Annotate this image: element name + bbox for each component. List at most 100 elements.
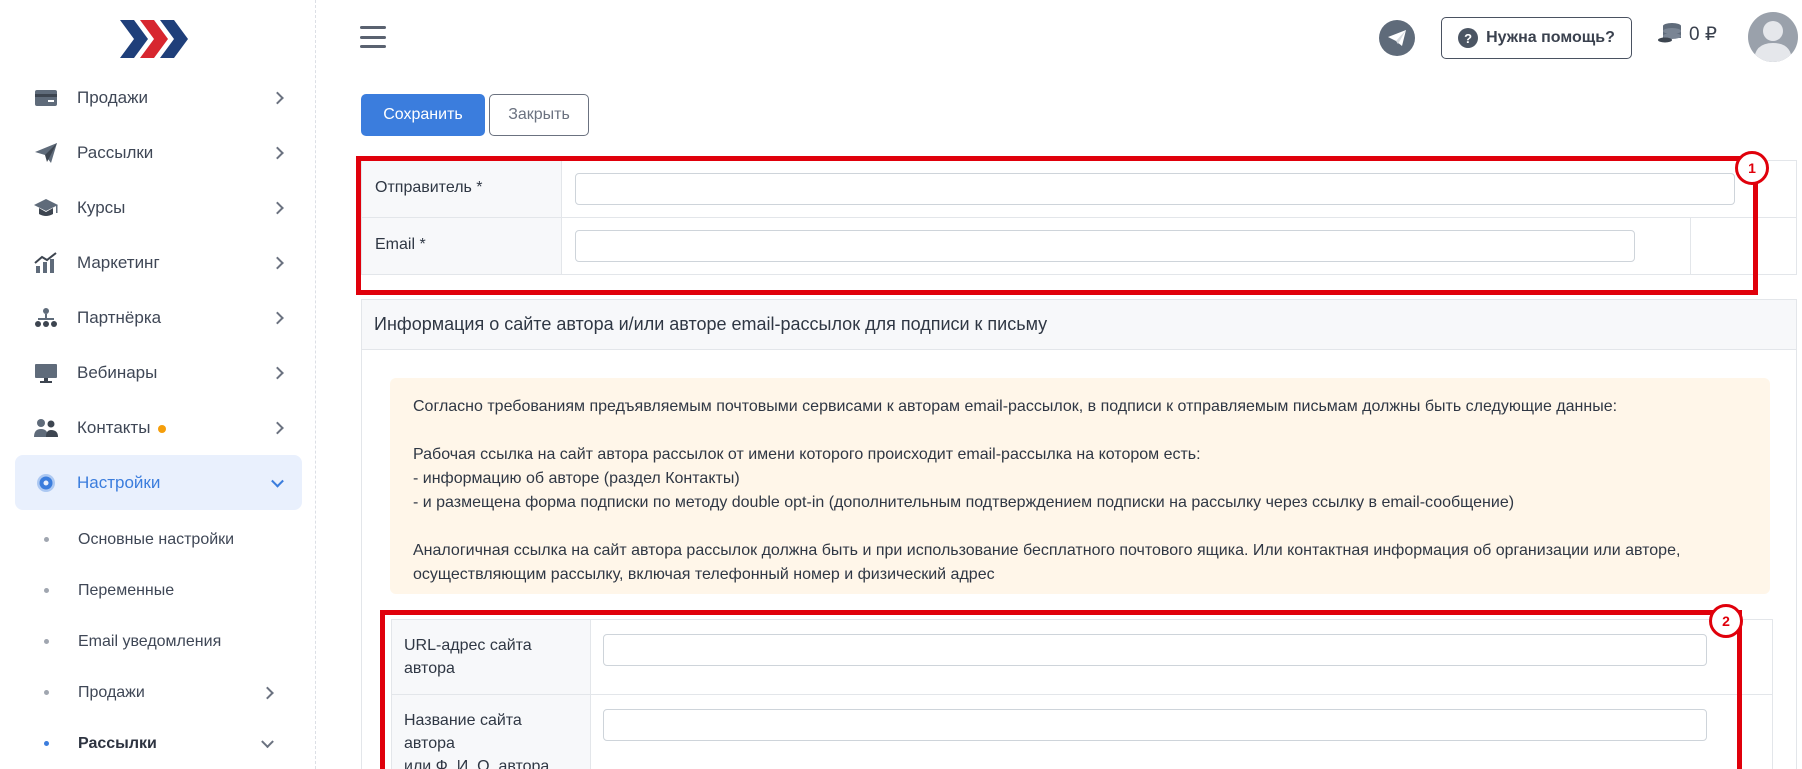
coins-icon — [1658, 23, 1681, 43]
author-info-card: Информация о сайте автора и/или авторе e… — [361, 299, 1797, 769]
bullet-icon — [44, 639, 49, 644]
subitem-email-notifications[interactable]: Email уведомления — [15, 616, 302, 667]
chevron-right-icon — [271, 311, 284, 324]
sidebar-item-label: Контакты — [77, 417, 151, 437]
notice-line: осуществляющим рассылку, включая телефон… — [413, 566, 995, 583]
users-icon — [33, 415, 59, 441]
subitem-label: Основные настройки — [78, 530, 235, 548]
chevron-right-icon — [271, 366, 284, 379]
email-input[interactable] — [575, 230, 1635, 262]
sidebar-item-label: Вебинары — [77, 362, 158, 382]
annotation-badge-1: 1 — [1735, 151, 1769, 185]
sidebar-nav: Продажи Рассылки Курсы Маркетинг Партнёр… — [15, 70, 302, 769]
sidebar-item-contacts[interactable]: Контакты — [15, 400, 302, 455]
sidebar-item-partners[interactable]: Партнёрка — [15, 290, 302, 345]
growth-chart-icon — [33, 250, 59, 276]
avatar[interactable] — [1748, 12, 1798, 62]
site-name-label: Название сайта автора или Ф. И. О. автор… — [392, 695, 591, 769]
site-name-label-line: автора — [404, 735, 455, 752]
telegram-icon[interactable] — [1379, 20, 1415, 56]
url-row: URL-адрес сайта автора — [392, 620, 1772, 695]
sidebar: Продажи Рассылки Курсы Маркетинг Партнёр… — [0, 0, 316, 769]
notice-line: - и размещена форма подписки по методу d… — [413, 494, 1515, 511]
subitem-basic-settings[interactable]: Основные настройки — [15, 514, 302, 565]
menu-toggle-icon[interactable] — [360, 26, 386, 48]
chevron-right-icon — [271, 256, 284, 269]
card-icon — [33, 85, 59, 111]
email-row: Email * — [362, 218, 1796, 274]
chevron-right-icon — [271, 421, 284, 434]
help-button-label: Нужна помощь? — [1486, 29, 1615, 46]
email-cell — [562, 218, 1690, 274]
sender-row: Отправитель * — [362, 161, 1796, 218]
balance-value: 0 ₽ — [1689, 23, 1717, 45]
sender-cell — [562, 161, 1796, 217]
save-button[interactable]: Сохранить — [361, 94, 485, 136]
notice-line: Рабочая ссылка на сайт автора рассылок о… — [413, 446, 1201, 463]
notice-line: Согласно требованиям предъявляемым почто… — [413, 398, 1618, 415]
url-cell — [591, 620, 1772, 694]
notice-line: - информацию об авторе (раздел Контакты) — [413, 470, 740, 487]
sender-label: Отправитель * — [362, 161, 562, 217]
close-button[interactable]: Закрыть — [489, 94, 589, 136]
notice-line: Аналогичная ссылка на сайт автора рассыл… — [413, 542, 1681, 559]
sidebar-item-settings[interactable]: Настройки — [15, 455, 302, 510]
chevron-down-icon — [261, 734, 274, 748]
sidebar-item-mailings[interactable]: Рассылки — [15, 125, 302, 180]
sidebar-item-marketing[interactable]: Маркетинг — [15, 235, 302, 290]
subitem-mailings[interactable]: Рассылки — [15, 718, 302, 769]
question-icon: ? — [1458, 28, 1479, 48]
subitem-variables[interactable]: Переменные — [15, 565, 302, 616]
sidebar-item-label: Партнёрка — [77, 307, 162, 327]
site-name-label-line: Название сайта — [404, 712, 522, 729]
balance[interactable]: 0 ₽ — [1657, 22, 1717, 46]
graduation-cap-icon — [33, 195, 59, 221]
notification-dot — [158, 424, 167, 433]
logo-icon[interactable] — [118, 16, 190, 62]
paper-plane-icon — [33, 140, 59, 166]
bullet-icon — [44, 741, 49, 746]
requirements-notice: Согласно требованиям предъявляемым почто… — [390, 378, 1770, 594]
sidebar-item-label: Маркетинг — [77, 252, 160, 272]
sidebar-item-label: Продажи — [77, 87, 148, 107]
email-label: Email * — [362, 218, 562, 274]
help-button[interactable]: ? Нужна помощь? — [1441, 17, 1632, 59]
chevron-right-icon — [271, 91, 284, 104]
site-name-row: Название сайта автора или Ф. И. О. автор… — [392, 695, 1772, 769]
sidebar-item-sales[interactable]: Продажи — [15, 70, 302, 125]
sidebar-item-label: Курсы — [77, 197, 126, 217]
url-label-line: автора — [404, 660, 455, 677]
site-info-form: URL-адрес сайта автора Название сайта ав… — [391, 619, 1773, 769]
sidebar-item-courses[interactable]: Курсы — [15, 180, 302, 235]
bullet-icon — [44, 588, 49, 593]
settings-subnav: Основные настройки Переменные Email увед… — [15, 514, 302, 769]
chevron-right-icon — [261, 686, 274, 699]
sender-input[interactable] — [575, 173, 1735, 205]
sender-form: Отправитель * Email * — [361, 160, 1797, 275]
annotation-badge-2: 2 — [1709, 604, 1743, 638]
monitor-icon — [33, 360, 59, 386]
network-icon — [33, 305, 59, 331]
subitem-label: Переменные — [78, 581, 175, 599]
gear-icon — [33, 470, 59, 496]
subitem-sales[interactable]: Продажи — [15, 667, 302, 718]
sidebar-item-label: Рассылки — [77, 142, 154, 162]
url-label-line: URL-адрес сайта — [404, 637, 532, 654]
bullet-icon — [44, 690, 49, 695]
chevron-right-icon — [271, 146, 284, 159]
subitem-label: Рассылки — [78, 734, 157, 752]
site-name-cell — [591, 695, 1772, 769]
chevron-down-icon — [271, 474, 284, 488]
subitem-label: Продажи — [78, 683, 145, 701]
sidebar-item-webinars[interactable]: Вебинары — [15, 345, 302, 400]
subitem-label: Email уведомления — [78, 632, 222, 650]
sidebar-item-label: Настройки — [77, 472, 161, 492]
url-label: URL-адрес сайта автора — [392, 620, 591, 694]
chevron-right-icon — [271, 201, 284, 214]
bullet-icon — [44, 537, 49, 542]
url-input[interactable] — [603, 634, 1707, 666]
site-name-input[interactable] — [603, 709, 1707, 741]
section-title: Информация о сайте автора и/или авторе e… — [362, 300, 1796, 350]
site-name-label-line: или Ф. И. О. автора — [404, 758, 550, 769]
email-extra-cell — [1690, 218, 1796, 274]
